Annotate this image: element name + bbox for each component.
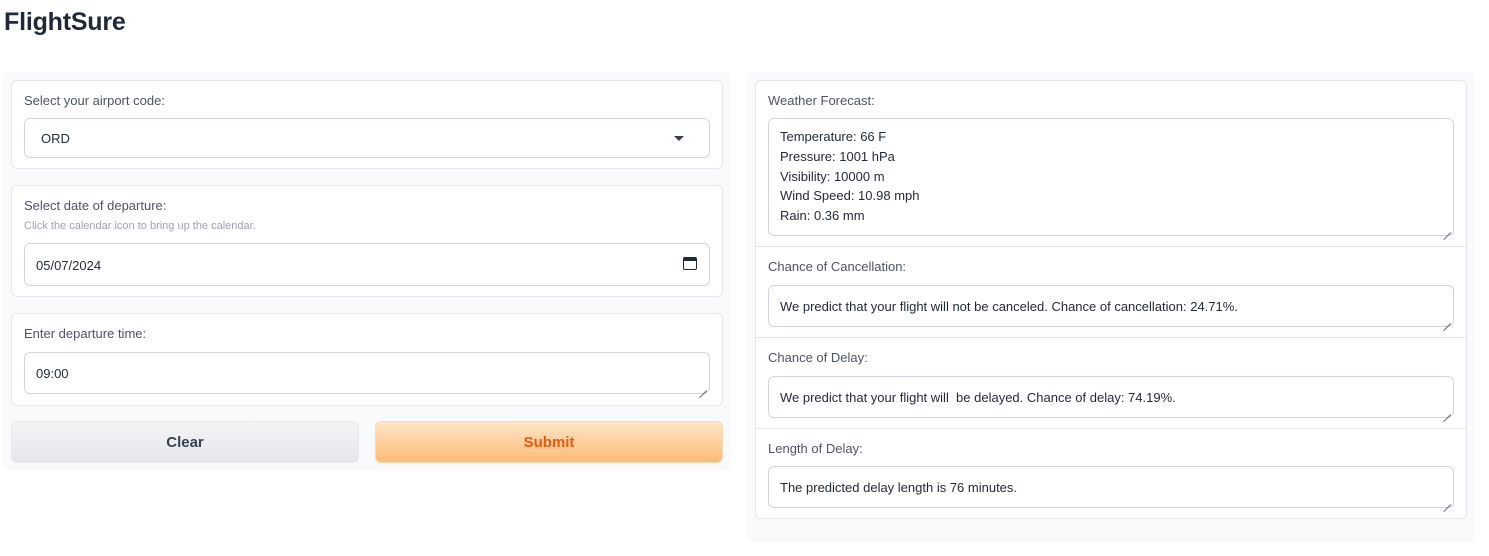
calendar-icon[interactable] (683, 257, 697, 270)
delay-output-value: We predict that your flight will be dela… (780, 390, 1176, 405)
delay-length-label: Length of Delay: (768, 441, 863, 456)
weather-line: Wind Speed: 10.98 mph (780, 188, 920, 204)
results-panel: Weather Forecast: Temperature: 66 F Pres… (755, 80, 1467, 519)
date-input[interactable]: 05/07/2024 (24, 243, 710, 286)
cancellation-output[interactable]: We predict that your flight will not be … (768, 285, 1454, 327)
divider (756, 337, 1466, 338)
weather-output[interactable]: Temperature: 66 F Pressure: 1001 hPa Vis… (768, 118, 1454, 236)
date-panel: Select date of departure: Click the cale… (11, 185, 723, 297)
resize-handle-icon[interactable] (1442, 315, 1451, 324)
delay-label: Chance of Delay: (768, 350, 868, 365)
app-title: FlightSure (4, 8, 126, 36)
date-info: Click the calendar icon to bring up the … (24, 220, 256, 232)
time-input[interactable]: 09:00 (24, 352, 710, 394)
airport-label: Select your airport code: (24, 93, 165, 108)
resize-handle-icon[interactable] (698, 382, 707, 391)
weather-label: Weather Forecast: (768, 93, 875, 108)
divider (756, 428, 1466, 429)
submit-button[interactable]: Submit (375, 421, 723, 463)
weather-line: Temperature: 66 F (780, 129, 887, 144)
chevron-down-icon[interactable] (674, 136, 684, 141)
resize-handle-icon[interactable] (1442, 224, 1451, 233)
time-panel: Enter departure time: 09:00 (11, 313, 723, 406)
input-column: Select your airport code: ORD Select dat… (3, 72, 731, 470)
time-input-value: 09:00 (36, 366, 69, 381)
weather-line: Rain: 0.36 mm (780, 208, 865, 224)
date-label: Select date of departure: (24, 198, 167, 213)
airport-dropdown-value: ORD (41, 131, 70, 146)
airport-panel: Select your airport code: ORD (11, 80, 723, 169)
airport-dropdown[interactable]: ORD (24, 118, 710, 158)
time-label: Enter departure time: (24, 326, 147, 341)
clear-button[interactable]: Clear (11, 421, 359, 463)
resize-handle-icon[interactable] (1442, 406, 1451, 415)
delay-length-output[interactable]: The predicted delay length is 76 minutes… (768, 466, 1454, 508)
delay-output[interactable]: We predict that your flight will be dela… (768, 376, 1454, 418)
weather-line: Pressure: 1001 hPa (780, 148, 895, 164)
date-input-value: 05/07/2024 (36, 258, 102, 273)
resize-handle-icon[interactable] (1442, 496, 1451, 505)
delay-length-output-value: The predicted delay length is 76 minutes… (780, 480, 1018, 495)
output-column: Weather Forecast: Temperature: 66 F Pres… (747, 72, 1475, 542)
cancellation-label: Chance of Cancellation: (768, 259, 907, 274)
divider (756, 246, 1466, 247)
weather-line: Visibility: 10000 m (780, 168, 885, 184)
cancellation-output-value: We predict that your flight will not be … (780, 299, 1238, 314)
